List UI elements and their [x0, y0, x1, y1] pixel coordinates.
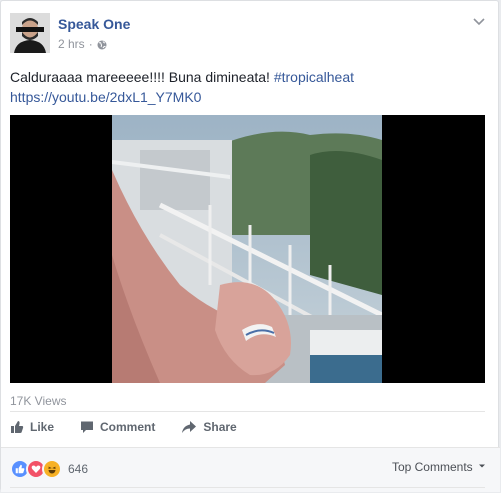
globe-icon[interactable] — [97, 39, 107, 50]
top-comments-label: Top Comments — [391, 460, 473, 474]
post-time[interactable]: 2 hrs — [58, 37, 85, 51]
post-message: Calduraaaa mareeeee!!!! Buna dimineata! — [10, 69, 274, 85]
chevron-down-icon[interactable] — [472, 15, 486, 27]
view-count: 17K Views — [10, 394, 67, 408]
hashtag-link[interactable]: #tropicalheat — [274, 69, 354, 85]
author-name[interactable]: Speak One — [58, 16, 130, 32]
divider — [10, 411, 485, 412]
haha-reaction-icon — [42, 459, 62, 479]
reactions-summary[interactable]: 646 — [10, 459, 88, 479]
like-icon — [11, 421, 24, 433]
post-footer: 646 Top Comments — [1, 447, 500, 492]
like-button[interactable]: Like — [10, 420, 54, 434]
youtube-link[interactable]: https://youtu.be/2dxL1_Y7MK0 — [10, 89, 201, 105]
comment-button[interactable]: Comment — [80, 420, 155, 434]
post-text: Calduraaaa mareeeee!!!! Buna dimineata! … — [10, 67, 488, 107]
post-actions: Like Comment Share — [10, 415, 263, 439]
like-label: Like — [30, 420, 55, 434]
divider-bottom — [10, 487, 485, 488]
share-icon — [182, 421, 197, 433]
video-player[interactable] — [10, 115, 485, 383]
comment-label: Comment — [100, 420, 156, 434]
author-avatar[interactable] — [10, 13, 50, 53]
caret-down-icon — [479, 464, 485, 468]
meta-separator: · — [88, 37, 93, 51]
reaction-count: 646 — [68, 462, 89, 476]
share-label: Share — [203, 420, 237, 434]
share-button[interactable]: Share — [181, 420, 237, 434]
post-card: Speak One 2 hrs · Calduraaaa mareeeee!!!… — [0, 0, 500, 492]
comment-icon — [81, 421, 94, 433]
top-comments-dropdown[interactable]: Top Comments — [392, 460, 486, 474]
post-meta: 2 hrs · — [58, 37, 107, 51]
